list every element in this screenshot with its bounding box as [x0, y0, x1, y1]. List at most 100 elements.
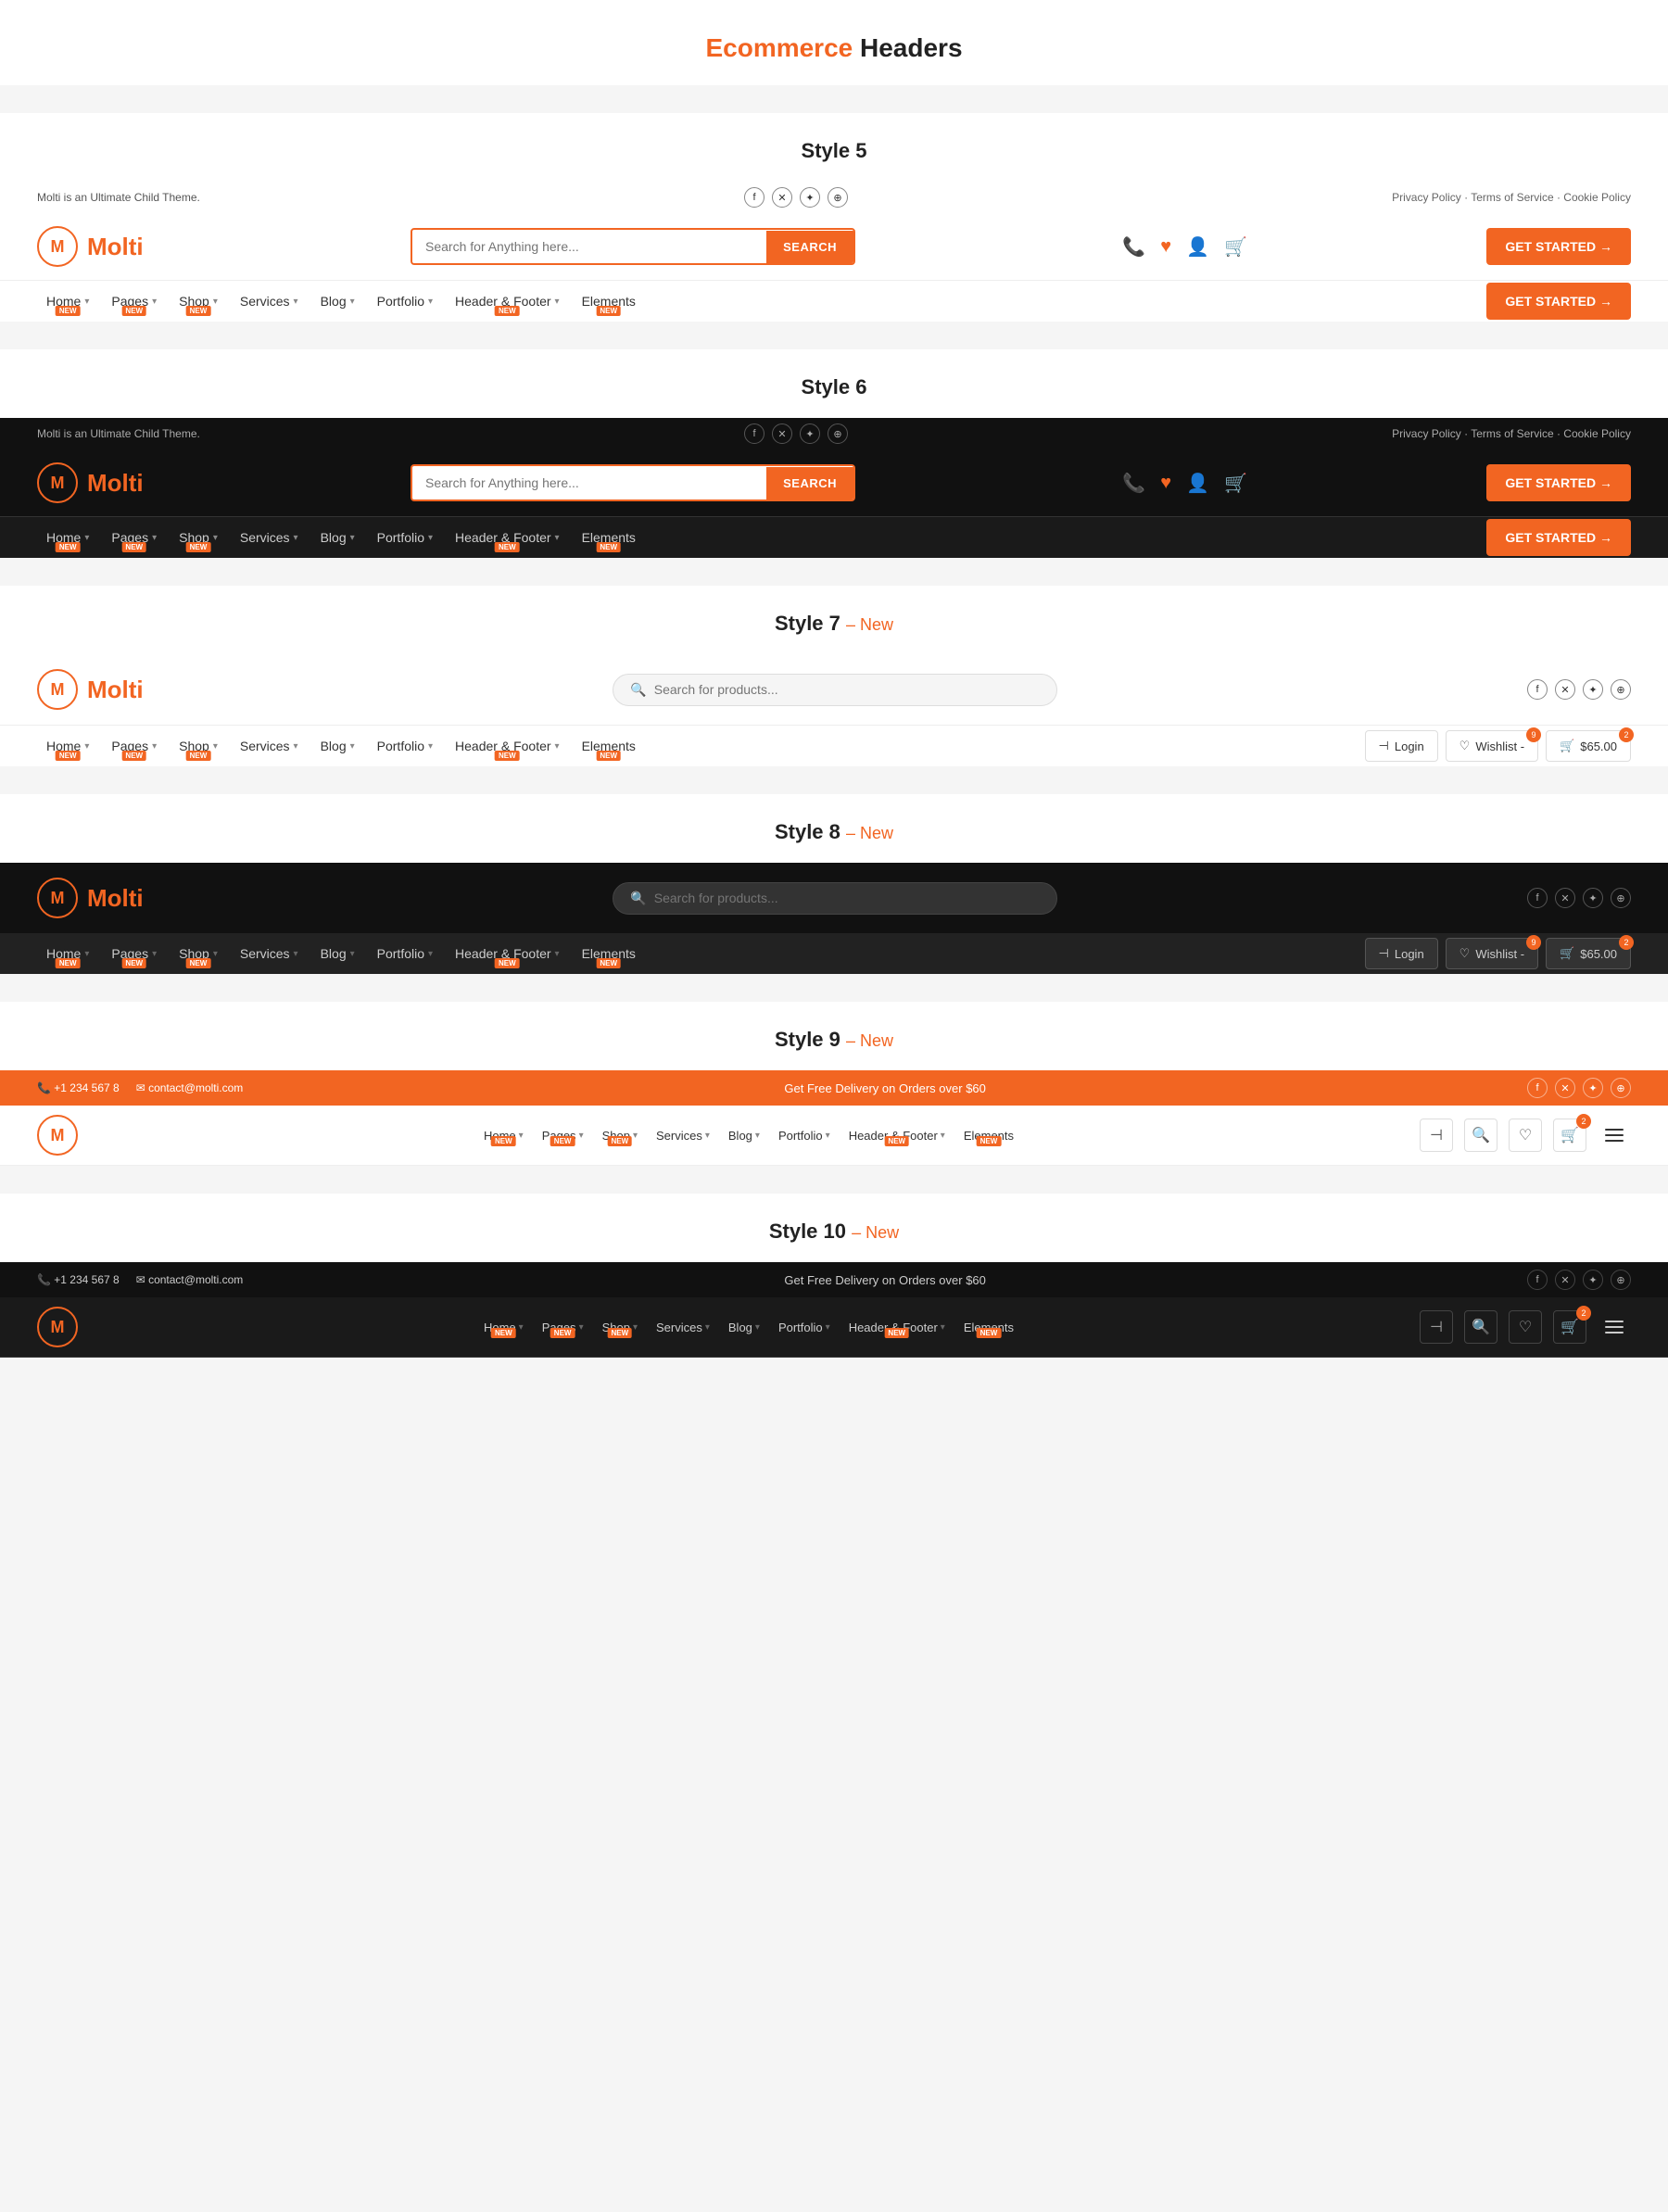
style6-dribbble-icon[interactable]: ⊕ — [828, 423, 848, 444]
style5-nav-elements[interactable]: ElementsNEW — [573, 281, 645, 322]
style8-nav-elements[interactable]: ElementsNEW — [573, 933, 645, 974]
style7-wishlist-button[interactable]: ♡ Wishlist -9 — [1446, 730, 1538, 762]
style9-instagram-icon[interactable]: ✦ — [1583, 1078, 1603, 1098]
style8-cart-button[interactable]: 🛒 $65.002 — [1546, 938, 1631, 969]
style5-nav-portfolio[interactable]: Portfolio ▾ — [368, 281, 442, 322]
style7-nav-pages[interactable]: Pages ▾NEW — [102, 726, 166, 766]
style7-nav-home[interactable]: Home ▾NEW — [37, 726, 98, 766]
style9-nav-home[interactable]: Home ▾NEW — [476, 1119, 531, 1152]
style9-dribbble-icon[interactable]: ⊕ — [1611, 1078, 1631, 1098]
style10-nav-blog[interactable]: Blog ▾ — [721, 1311, 767, 1344]
style10-dribbble-icon[interactable]: ⊕ — [1611, 1270, 1631, 1290]
style10-heart-icon[interactable]: ♡ — [1509, 1310, 1542, 1344]
style6-get-started[interactable]: GET STARTED → — [1486, 464, 1631, 501]
style6-nav-blog[interactable]: Blog ▾ — [311, 517, 364, 558]
style6-search-input[interactable] — [412, 466, 766, 499]
style5-nav-pages[interactable]: Pages ▾NEW — [102, 281, 166, 322]
style7-login-button[interactable]: ⊣ Login — [1365, 730, 1438, 762]
style9-nav-pages[interactable]: Pages ▾NEW — [535, 1119, 591, 1152]
style5-search-button[interactable]: SEARCH — [766, 231, 853, 263]
style8-nav-home[interactable]: Home ▾NEW — [37, 933, 98, 974]
style8-search-input[interactable] — [654, 891, 1041, 905]
style5-twitter-icon[interactable]: ✕ — [772, 187, 792, 208]
style6-cart-icon[interactable]: 🛒 — [1224, 472, 1247, 495]
style10-cart-icon[interactable]: 🛒2 — [1553, 1310, 1586, 1344]
style10-nav-portfolio[interactable]: Portfolio ▾ — [771, 1311, 838, 1344]
style5-dribbble-icon[interactable]: ⊕ — [828, 187, 848, 208]
style8-login-button[interactable]: ⊣ Login — [1365, 938, 1438, 969]
style7-search[interactable]: 🔍 — [613, 674, 1057, 706]
style5-logo[interactable]: M Molti — [37, 226, 144, 267]
style9-nav-services[interactable]: Services ▾ — [649, 1119, 717, 1152]
style5-search[interactable]: SEARCH — [411, 228, 855, 265]
style6-facebook-icon[interactable]: f — [744, 423, 764, 444]
style5-heart-icon[interactable]: ♥ — [1160, 236, 1171, 258]
style5-get-started[interactable]: GET STARTED → — [1486, 228, 1631, 265]
style7-nav-header-footer[interactable]: Header & Footer ▾NEW — [446, 726, 569, 766]
style10-instagram-icon[interactable]: ✦ — [1583, 1270, 1603, 1290]
style10-nav-header-footer[interactable]: Header & Footer ▾NEW — [841, 1311, 953, 1344]
style10-nav-services[interactable]: Services ▾ — [649, 1311, 717, 1344]
style9-login-icon[interactable]: ⊣ — [1420, 1119, 1453, 1152]
style6-user-icon[interactable]: 👤 — [1186, 472, 1209, 495]
style10-login-icon[interactable]: ⊣ — [1420, 1310, 1453, 1344]
style9-search-icon[interactable]: 🔍 — [1464, 1119, 1497, 1152]
style8-twitter-icon[interactable]: ✕ — [1555, 888, 1575, 908]
style6-phone-icon[interactable]: 📞 — [1122, 472, 1145, 495]
style6-nav-pages[interactable]: Pages ▾NEW — [102, 517, 166, 558]
style6-nav-header-footer[interactable]: Header & Footer ▾NEW — [446, 517, 569, 558]
style5-nav-shop[interactable]: Shop ▾NEW — [170, 281, 227, 322]
style8-logo[interactable]: M Molti — [37, 878, 144, 918]
style5-cart-icon[interactable]: 🛒 — [1224, 235, 1247, 259]
style9-nav-blog[interactable]: Blog ▾ — [721, 1119, 767, 1152]
style10-facebook-icon[interactable]: f — [1527, 1270, 1548, 1290]
style10-search-icon[interactable]: 🔍 — [1464, 1310, 1497, 1344]
style7-logo[interactable]: M Molti — [37, 669, 144, 710]
style7-nav-elements[interactable]: ElementsNEW — [573, 726, 645, 766]
style8-nav-portfolio[interactable]: Portfolio ▾ — [368, 933, 442, 974]
style9-twitter-icon[interactable]: ✕ — [1555, 1078, 1575, 1098]
style5-phone-icon[interactable]: 📞 — [1122, 235, 1145, 259]
style7-nav-shop[interactable]: Shop ▾NEW — [170, 726, 227, 766]
style9-logo[interactable]: M — [37, 1115, 78, 1156]
style7-nav-services[interactable]: Services ▾ — [231, 726, 308, 766]
style6-nav-get-started[interactable]: GET STARTED → — [1486, 519, 1631, 556]
style8-instagram-icon[interactable]: ✦ — [1583, 888, 1603, 908]
style8-nav-blog[interactable]: Blog ▾ — [311, 933, 364, 974]
style10-nav-elements[interactable]: ElementsNEW — [956, 1311, 1021, 1344]
style9-facebook-icon[interactable]: f — [1527, 1078, 1548, 1098]
style6-nav-shop[interactable]: Shop ▾NEW — [170, 517, 227, 558]
style9-heart-icon[interactable]: ♡ — [1509, 1119, 1542, 1152]
style7-instagram-icon[interactable]: ✦ — [1583, 679, 1603, 700]
style6-search[interactable]: SEARCH — [411, 464, 855, 501]
style7-twitter-icon[interactable]: ✕ — [1555, 679, 1575, 700]
style8-nav-pages[interactable]: Pages ▾NEW — [102, 933, 166, 974]
style9-nav-elements[interactable]: ElementsNEW — [956, 1119, 1021, 1152]
style8-facebook-icon[interactable]: f — [1527, 888, 1548, 908]
style6-logo[interactable]: M Molti — [37, 462, 144, 503]
style5-nav-home[interactable]: Home ▾NEW — [37, 281, 98, 322]
style8-dribbble-icon[interactable]: ⊕ — [1611, 888, 1631, 908]
style6-instagram-icon[interactable]: ✦ — [800, 423, 820, 444]
style8-nav-shop[interactable]: Shop ▾NEW — [170, 933, 227, 974]
style5-nav-services[interactable]: Services ▾ — [231, 281, 308, 322]
style5-nav-blog[interactable]: Blog ▾ — [311, 281, 364, 322]
style10-nav-home[interactable]: Home ▾NEW — [476, 1311, 531, 1344]
style9-nav-shop[interactable]: Shop ▾NEW — [595, 1119, 645, 1152]
style7-facebook-icon[interactable]: f — [1527, 679, 1548, 700]
style9-nav-portfolio[interactable]: Portfolio ▾ — [771, 1119, 838, 1152]
style8-wishlist-button[interactable]: ♡ Wishlist -9 — [1446, 938, 1538, 969]
style10-logo[interactable]: M — [37, 1307, 78, 1347]
style10-twitter-icon[interactable]: ✕ — [1555, 1270, 1575, 1290]
style6-nav-services[interactable]: Services ▾ — [231, 517, 308, 558]
style6-nav-portfolio[interactable]: Portfolio ▾ — [368, 517, 442, 558]
style5-facebook-icon[interactable]: f — [744, 187, 764, 208]
style9-cart-icon[interactable]: 🛒2 — [1553, 1119, 1586, 1152]
style5-nav-get-started[interactable]: GET STARTED → — [1486, 283, 1631, 320]
style8-nav-services[interactable]: Services ▾ — [231, 933, 308, 974]
style8-nav-header-footer[interactable]: Header & Footer ▾NEW — [446, 933, 569, 974]
style6-heart-icon[interactable]: ♥ — [1160, 473, 1171, 494]
style10-hamburger[interactable] — [1598, 1313, 1631, 1341]
style7-dribbble-icon[interactable]: ⊕ — [1611, 679, 1631, 700]
style7-nav-blog[interactable]: Blog ▾ — [311, 726, 364, 766]
